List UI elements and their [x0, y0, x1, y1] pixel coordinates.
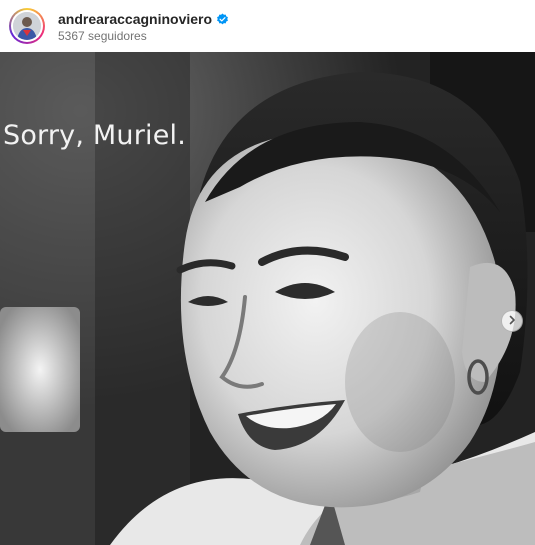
carousel-next-button[interactable]: [501, 310, 523, 332]
instagram-post-view: andrearaccagninoviero 5367 seguidores So…: [0, 0, 535, 545]
profile-avatar[interactable]: [9, 8, 45, 44]
post-image: Sorry, Muriel.: [0, 52, 535, 545]
post-header: andrearaccagninoviero 5367 seguidores: [0, 0, 535, 52]
followers-count: 5367 seguidores: [58, 29, 147, 43]
verified-badge-icon: [216, 13, 229, 26]
username-link[interactable]: andrearaccagninoviero: [58, 11, 212, 27]
chevron-right-icon: [507, 312, 517, 330]
avatar-ring: [11, 10, 43, 42]
avatar-photo: [13, 12, 41, 40]
username-row: andrearaccagninoviero: [58, 11, 229, 27]
post-overlay-text: Sorry, Muriel.: [3, 120, 187, 151]
